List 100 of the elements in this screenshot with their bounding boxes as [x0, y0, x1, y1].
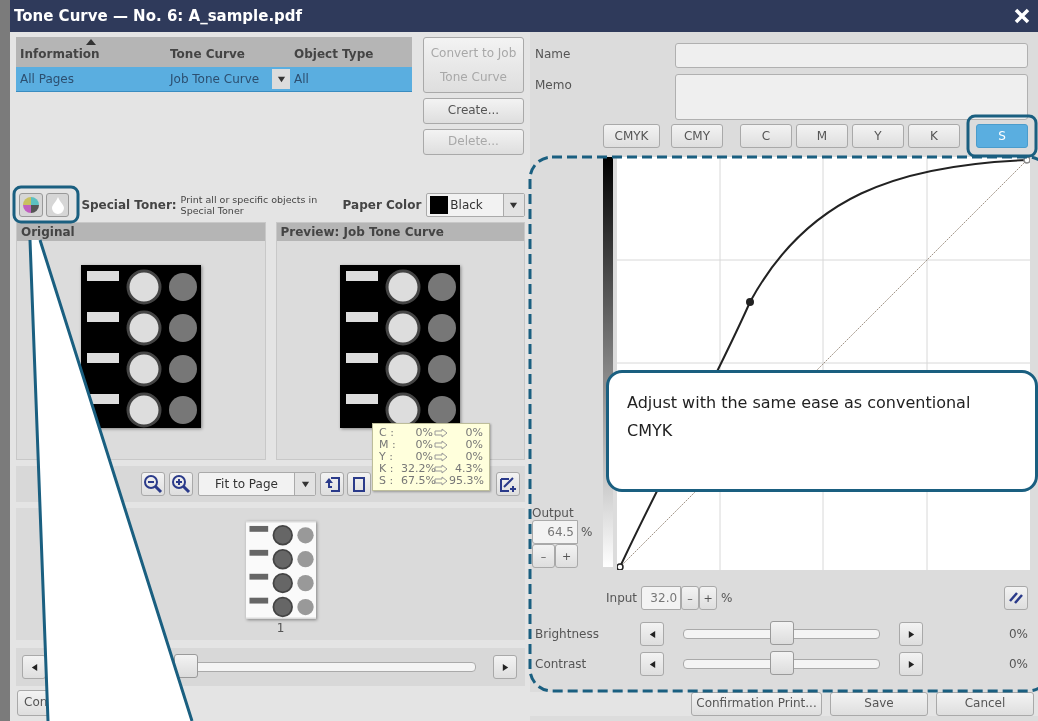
table-row[interactable]: All Pages Job Tone Curve All [16, 67, 412, 92]
output-field[interactable]: 64.5 [532, 520, 578, 544]
channel-label: K : [379, 463, 395, 475]
preview-title: Preview: Job Tone Curve [276, 223, 524, 241]
right-arrow-icon [906, 659, 916, 669]
zoom-out-icon [143, 474, 163, 494]
color-wheel-icon [21, 196, 40, 214]
page-icon [351, 475, 367, 493]
close-icon[interactable] [1014, 8, 1030, 24]
channel-tab[interactable]: CMY [671, 124, 723, 148]
to-value: 95.3% [449, 475, 483, 487]
slider-thumb[interactable] [769, 621, 794, 645]
unit-label: % [721, 591, 733, 605]
arrow-icon [434, 464, 448, 474]
highlight-frame [966, 114, 1038, 158]
toner-mode-button[interactable] [45, 193, 70, 217]
paper-color-label: Paper Color [342, 198, 422, 212]
to-value: 0% [464, 427, 483, 439]
channel-tab[interactable]: M [796, 124, 848, 148]
memo-field[interactable] [675, 74, 1028, 120]
to-value: 0% [464, 439, 483, 451]
arrow-icon [434, 476, 448, 486]
diagonal-lines-icon [1008, 590, 1024, 606]
left-arrow-icon [29, 662, 39, 672]
rotate-button[interactable] [320, 472, 344, 496]
column-header[interactable]: Object Type [290, 37, 412, 67]
channel-label: C : [379, 427, 395, 439]
page-button[interactable] [347, 472, 371, 496]
color-mode-button[interactable] [19, 193, 43, 217]
edit-add-icon [499, 475, 517, 493]
channel-tab[interactable]: K [908, 124, 960, 148]
channel-label: M : [379, 439, 397, 451]
next-button[interactable] [493, 655, 517, 679]
to-value: 4.3% [454, 463, 483, 475]
channel-tab[interactable]: C [740, 124, 792, 148]
reset-curve-button[interactable] [1004, 586, 1028, 610]
slider-thumb[interactable] [769, 651, 794, 675]
decrease-button[interactable] [640, 652, 664, 676]
curve-endpoint[interactable] [1023, 157, 1030, 164]
droplet-icon [50, 196, 65, 214]
to-value: 0% [464, 451, 483, 463]
name-label: Name [535, 46, 572, 63]
channel-tab[interactable]: CMYK [603, 124, 660, 148]
table-cell-text: All [293, 71, 310, 88]
page-number: 1 [276, 621, 285, 635]
curve-point[interactable] [746, 298, 754, 306]
from-value: 0% [414, 427, 433, 439]
input-field[interactable]: 32.0 [641, 586, 682, 610]
edit-add-button[interactable] [496, 472, 520, 496]
arrow-icon [434, 428, 448, 438]
zoom-in-button[interactable] [169, 472, 193, 496]
unit-label: % [581, 525, 593, 539]
right-arrow-icon [500, 662, 510, 672]
increase-button[interactable] [899, 622, 923, 646]
adjustment-label: Contrast [535, 657, 588, 671]
decrement-button[interactable]: – [532, 544, 555, 568]
name-field[interactable] [675, 43, 1028, 68]
channel-label: Y : [379, 451, 394, 463]
rotate-icon [323, 475, 341, 493]
zoom-out-button[interactable] [141, 472, 165, 496]
left-arrow-icon [647, 659, 657, 669]
tone-curve-dropdown[interactable]: Job Tone Curve [166, 67, 290, 91]
zoom-in-icon [171, 474, 191, 494]
special-toner-hint: Print all or specific objects in Special Toner [180, 194, 319, 216]
action-button[interactable]: Create... [423, 98, 524, 124]
input-label: Input [606, 591, 638, 605]
caret-down-icon [276, 74, 286, 84]
from-value: 0% [414, 439, 433, 451]
column-header[interactable]: Tone Curve [166, 37, 290, 67]
decrease-button[interactable] [640, 622, 664, 646]
output-label: Output [532, 506, 575, 520]
annotation-tooltip: Adjust with the same ease as conventional CMYK [606, 370, 1038, 492]
footer-button[interactable]: Confirmation Print... [691, 692, 822, 716]
column-header[interactable]: Information [16, 37, 166, 67]
adjustment-label: Brightness [535, 627, 600, 641]
arrow-icon [434, 452, 448, 462]
special-toner-label: Special Toner: [81, 198, 177, 212]
previous-button[interactable] [22, 655, 46, 679]
channel-label: S : [379, 475, 395, 487]
paper-color-dropdown[interactable]: Black [426, 193, 525, 217]
increment-button[interactable]: + [699, 586, 718, 610]
adjustment-reading: 0% [1007, 627, 1028, 641]
caret-down-icon [300, 479, 310, 489]
left-arrow-icon [647, 629, 657, 639]
curve-endpoint[interactable] [617, 563, 624, 570]
right-arrow-icon [906, 629, 916, 639]
caret-down-icon [509, 200, 519, 210]
from-value: 0% [414, 451, 433, 463]
highlight-frame [12, 185, 80, 224]
increase-button[interactable] [899, 652, 923, 676]
memo-label: Memo [535, 77, 573, 94]
adjustment-reading: 0% [1007, 657, 1028, 671]
zoom-dropdown[interactable]: Fit to Page [198, 472, 316, 496]
footer-button[interactable]: Cancel [936, 692, 1034, 716]
arrow-icon [434, 440, 448, 450]
decrement-button[interactable]: – [681, 586, 700, 610]
channel-tab[interactable]: Y [852, 124, 904, 148]
footer-button[interactable]: Save [830, 692, 928, 716]
increment-button[interactable]: + [555, 544, 578, 568]
window-title: Tone Curve — No. 6: A_sample.pdf [14, 7, 303, 25]
